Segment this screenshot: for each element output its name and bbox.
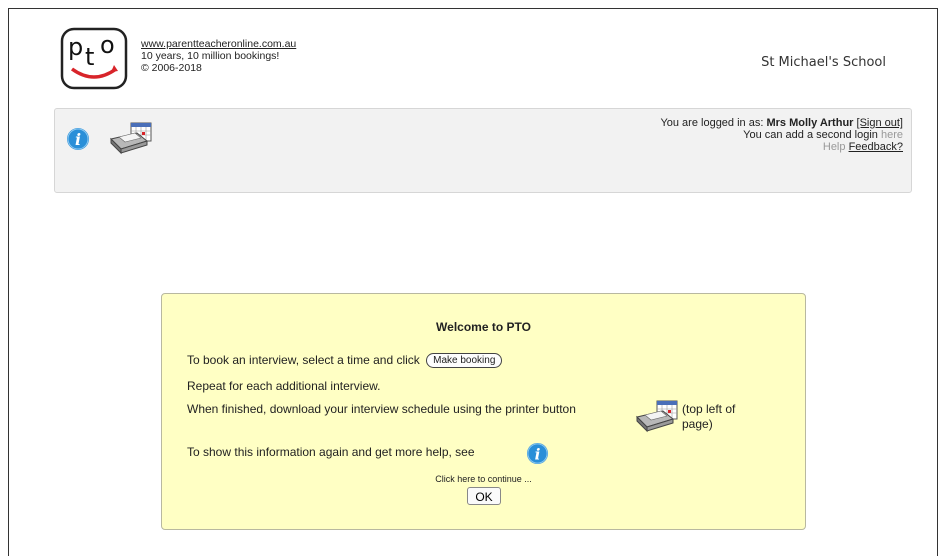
- printer-calendar-icon: [633, 399, 681, 433]
- instruction-download: When finished, download your interview s…: [187, 402, 576, 416]
- tagline: 10 years, 10 million bookings!: [141, 50, 280, 62]
- instruction-help: To show this information again and get m…: [187, 445, 475, 459]
- help-link[interactable]: Help: [823, 141, 846, 153]
- second-login-text: You can add a second login: [743, 129, 878, 141]
- ok-button[interactable]: OK: [467, 487, 501, 505]
- site-url-link[interactable]: www.parentteacheronline.com.au: [141, 38, 296, 50]
- site-info: www.parentteacheronline.com.au 10 years,…: [141, 38, 296, 74]
- svg-text:i: i: [75, 130, 81, 149]
- toolbar-panel: i You are logged in as: Mrs Molly Arthur…: [54, 108, 912, 193]
- continue-text: Click here to continue ...: [435, 474, 532, 484]
- info-icon: i: [526, 442, 549, 465]
- instruction-book: To book an interview, select a time and …: [187, 353, 503, 369]
- copyright: © 2006-2018: [141, 62, 202, 74]
- pto-logo[interactable]: p t o: [60, 27, 128, 90]
- svg-text:p: p: [68, 33, 83, 61]
- instruction-book-text: To book an interview, select a time and …: [187, 353, 420, 367]
- school-name: St Michael's School: [761, 55, 886, 70]
- info-icon[interactable]: i: [66, 127, 90, 151]
- svg-text:t: t: [85, 43, 94, 71]
- make-booking-button[interactable]: Make booking: [426, 353, 503, 369]
- feedback-link[interactable]: Feedback?: [849, 141, 903, 153]
- top-left-note: (top left of page): [682, 402, 736, 431]
- login-prefix: You are logged in as:: [660, 117, 764, 129]
- printer-calendar-icon[interactable]: [107, 121, 155, 155]
- sign-out-link[interactable]: [Sign out]: [857, 117, 903, 129]
- welcome-dialog: Welcome to PTO To book an interview, sel…: [161, 293, 806, 530]
- user-name: Mrs Molly Arthur: [766, 117, 854, 129]
- svg-text:o: o: [100, 31, 115, 59]
- second-login-link[interactable]: here: [881, 129, 903, 141]
- svg-text:i: i: [535, 445, 541, 463]
- instruction-repeat: Repeat for each additional interview.: [187, 379, 381, 393]
- dialog-title: Welcome to PTO: [436, 320, 531, 334]
- login-info: You are logged in as: Mrs Molly Arthur […: [660, 117, 903, 153]
